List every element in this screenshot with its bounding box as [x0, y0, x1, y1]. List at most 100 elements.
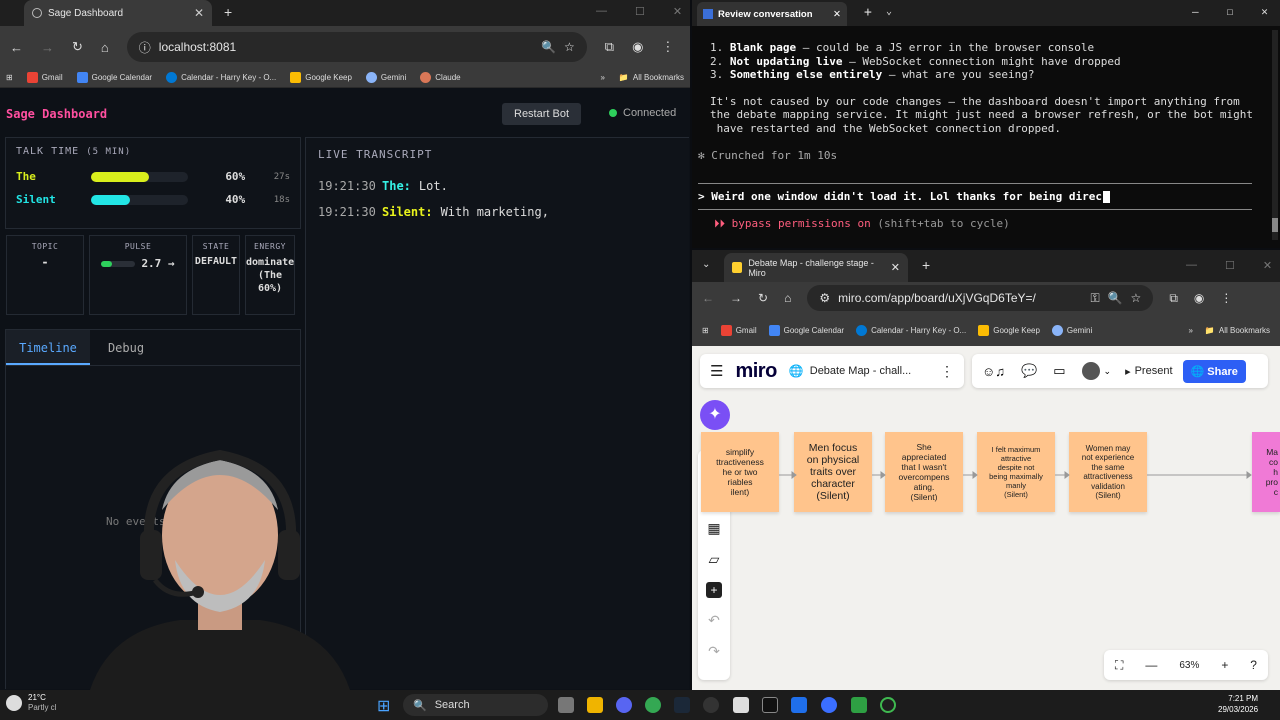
close-window-icon[interactable]: ✕ [673, 5, 682, 18]
app-icon[interactable] [851, 697, 867, 713]
forward-icon[interactable]: → [730, 291, 742, 305]
bookmark-gemini[interactable]: Gemini [365, 72, 406, 83]
close-tab-icon[interactable]: ✕ [833, 9, 841, 20]
profile-icon[interactable]: ◉ [632, 39, 643, 55]
comment-icon[interactable]: 💬 [1021, 363, 1037, 379]
zoom-icon[interactable]: 🔍 [1108, 291, 1123, 305]
profile-icon[interactable]: ◉ [1194, 291, 1204, 305]
menu-icon[interactable]: ⋮ [661, 39, 674, 55]
url-field[interactable]: ⚙ miro.com/app/board/uXjVGqD6TeY=/ ⚿ 🔍 ☆ [807, 285, 1154, 311]
minimize-icon[interactable]: — [1186, 259, 1197, 272]
bookmark-gmail[interactable]: Gmail [26, 72, 63, 83]
add-icon[interactable]: + [706, 582, 722, 598]
home-icon[interactable]: ⌂ [101, 40, 109, 55]
bookmark-calendar[interactable]: Google Calendar [768, 324, 844, 336]
sticky-note-icon[interactable]: ▱ [709, 551, 720, 568]
star-icon[interactable]: ☆ [1131, 291, 1142, 305]
file-explorer-icon[interactable] [587, 697, 603, 713]
more-options-icon[interactable]: ⋮ [940, 363, 954, 380]
tab-timeline[interactable]: Timeline [6, 330, 90, 365]
bookmark-outlook[interactable]: Calendar - Harry Key - O... [856, 324, 966, 336]
terminal-app-icon[interactable] [762, 697, 778, 713]
key-icon[interactable]: ⚿ [1090, 291, 1099, 306]
maximize-icon[interactable]: ☐ [1225, 259, 1235, 272]
apps-icon[interactable]: ⊞ [702, 326, 709, 335]
avatar[interactable] [1081, 362, 1100, 380]
close-tab-icon[interactable]: ✕ [194, 6, 204, 20]
tab-debate-map[interactable]: Debate Map - challenge stage - Miro ✕ [724, 253, 908, 282]
close-window-icon[interactable]: ✕ [1263, 259, 1272, 272]
new-tab-icon[interactable]: + [864, 5, 872, 20]
steam-icon[interactable] [674, 697, 690, 713]
scrollbar[interactable] [1272, 30, 1278, 240]
url-field[interactable]: ⓘ localhost:8081 🔍 ☆ [126, 32, 587, 62]
prompt-input[interactable]: > Weird one window didn't load it. Lol t… [698, 183, 1252, 210]
zoom-icon[interactable]: 🔍 [541, 40, 556, 54]
ai-sparkle-button[interactable]: ✦ [700, 400, 730, 430]
zoom-out-icon[interactable]: — [1145, 658, 1157, 672]
bookmark-calendar[interactable]: Google Calendar [76, 72, 152, 83]
home-icon[interactable]: ⌂ [784, 291, 791, 305]
star-icon[interactable]: ☆ [564, 40, 575, 54]
share-button[interactable]: 🌐 Share [1182, 359, 1246, 383]
chrome-icon[interactable] [645, 697, 661, 713]
clock[interactable]: 7:21 PM 29/03/2026 [1218, 693, 1258, 715]
bookmark-claude[interactable]: Claude [420, 72, 461, 83]
all-bookmarks[interactable]: 📁 All Bookmarks [1205, 326, 1270, 335]
app-icon[interactable] [821, 697, 837, 713]
maximize-icon[interactable]: ☐ [1227, 5, 1234, 18]
powershell-icon[interactable] [791, 697, 807, 713]
tab-sage-dashboard[interactable]: Sage Dashboard ✕ [24, 0, 212, 26]
new-tab-icon[interactable]: + [922, 257, 930, 273]
close-tab-icon[interactable]: ✕ [891, 261, 900, 274]
new-tab-icon[interactable]: + [224, 4, 232, 20]
frame-icon[interactable]: ▦ [707, 520, 720, 537]
maximize-icon[interactable]: ☐ [635, 5, 645, 18]
miro-canvas[interactable] [692, 346, 1280, 690]
all-bookmarks[interactable]: 📁 All Bookmarks [619, 73, 684, 82]
more-bookmarks-icon[interactable]: » [1188, 326, 1192, 335]
video-icon[interactable]: ▭ [1053, 363, 1065, 379]
task-view-icon[interactable] [558, 697, 574, 713]
undo-icon[interactable]: ↶ [708, 612, 720, 629]
extensions-icon[interactable]: ⧉ [605, 39, 614, 55]
bookmark-outlook[interactable]: Calendar - Harry Key - O... [166, 72, 276, 83]
apps-icon[interactable]: ⊞ [6, 73, 13, 82]
present-button[interactable]: ▸ Present [1125, 365, 1172, 378]
board-name[interactable]: Debate Map - chall... [810, 365, 912, 377]
app-icon[interactable] [880, 697, 896, 713]
back-icon[interactable]: ← [10, 40, 23, 55]
notepad-icon[interactable] [733, 697, 749, 713]
back-icon[interactable]: ← [702, 291, 714, 305]
minimize-icon[interactable]: — [596, 5, 607, 18]
bookmark-gmail[interactable]: Gmail [720, 324, 757, 336]
more-bookmarks-icon[interactable]: » [600, 73, 604, 82]
bookmark-keep[interactable]: Google Keep [290, 72, 352, 83]
help-icon[interactable]: ? [1250, 658, 1257, 672]
tab-review-conversation[interactable]: Review conversation ✕ [697, 2, 847, 26]
tab-debug[interactable]: Debug [90, 330, 162, 365]
zoom-in-icon[interactable]: + [1221, 658, 1228, 672]
menu-icon[interactable]: ⋮ [1220, 291, 1232, 305]
site-info-icon[interactable]: ⚙ [819, 291, 830, 305]
tab-search-icon[interactable]: ⌄ [702, 259, 710, 270]
redo-icon[interactable]: ↷ [708, 643, 720, 660]
reload-icon[interactable]: ↻ [72, 39, 83, 55]
reactions-icon[interactable]: ☺♫ [982, 364, 1005, 379]
weather-widget[interactable]: 21°C Partly cl [6, 693, 56, 713]
minimize-icon[interactable]: — [1192, 5, 1199, 18]
chevron-down-icon[interactable]: ⌄ [886, 6, 892, 17]
zoom-level[interactable]: 63% [1179, 660, 1199, 671]
chevron-down-icon[interactable]: ⌄ [1104, 366, 1112, 377]
site-info-icon[interactable]: ⓘ [139, 39, 151, 56]
app-icon[interactable] [703, 697, 719, 713]
bookmark-keep[interactable]: Google Keep [978, 324, 1040, 336]
close-window-icon[interactable]: ✕ [1261, 5, 1268, 18]
taskbar-search[interactable]: 🔍 Search [403, 694, 548, 716]
hamburger-menu-icon[interactable]: ☰ [710, 362, 723, 380]
windows-start-icon[interactable]: ⊞ [377, 696, 390, 716]
discord-icon[interactable] [616, 697, 632, 713]
fit-screen-icon[interactable]: ⛶ [1115, 658, 1123, 673]
extensions-icon[interactable]: ⧉ [1169, 291, 1178, 306]
forward-icon[interactable]: → [41, 40, 54, 55]
